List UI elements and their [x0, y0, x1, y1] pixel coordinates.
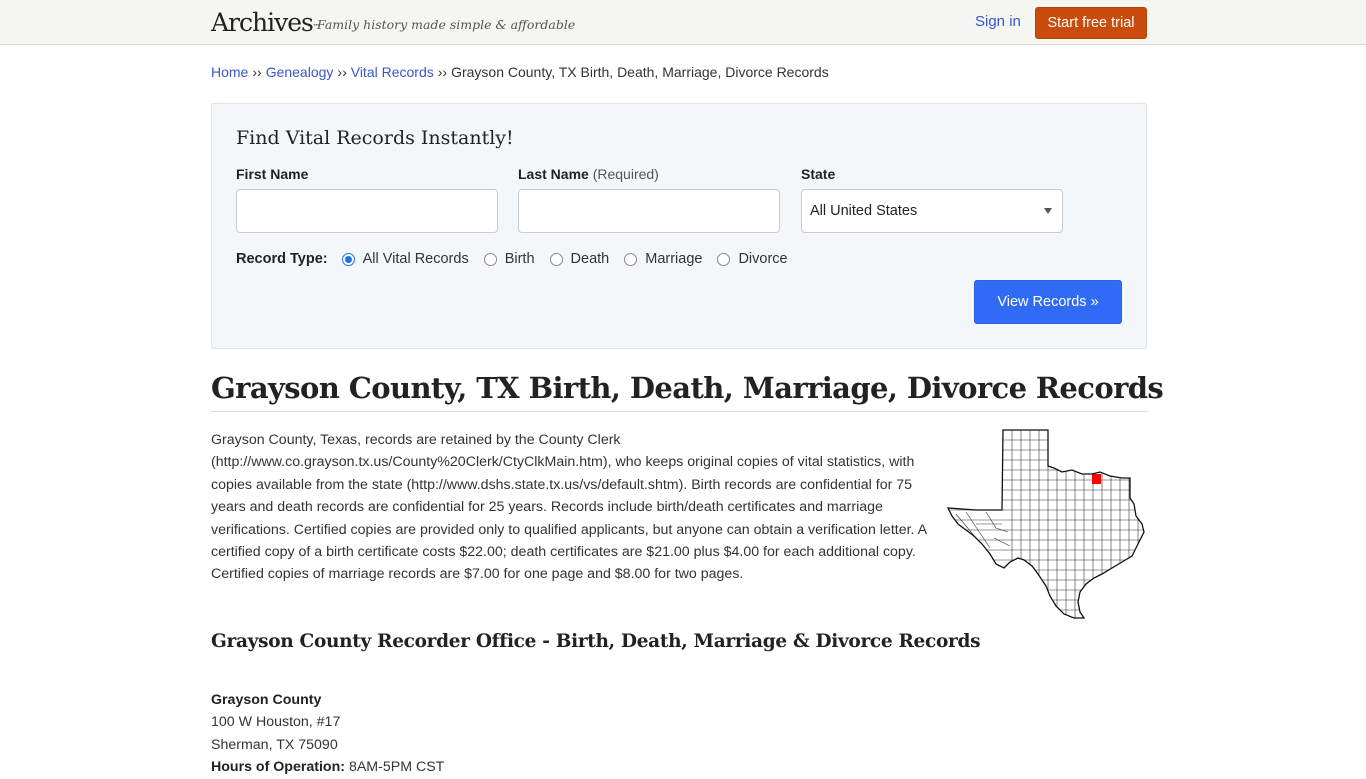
last-name-label-text: Last Name	[518, 166, 589, 182]
office-address-line1: 100 W Houston, #17	[211, 714, 341, 731]
state-label: State	[801, 166, 836, 182]
breadcrumb-vital-records[interactable]: Vital Records	[351, 64, 434, 80]
office-info: Grayson County 100 W Houston, #17 Sherma…	[211, 689, 444, 779]
office-address-line2: Sherman, TX 75090	[211, 736, 338, 753]
last-name-label: Last Name (Required)	[518, 166, 659, 183]
radio-label: Birth	[504, 251, 535, 267]
radio-button[interactable]	[624, 252, 638, 266]
top-header: Archives™ Family history made simple & a…	[0, 0, 1366, 45]
hours-value: 8AM-5PM CST	[348, 759, 445, 776]
last-name-input[interactable]	[518, 189, 780, 233]
tagline: Family history made simple & affordable	[317, 17, 576, 32]
state-select[interactable]: All United States	[801, 189, 1063, 233]
radio-button[interactable]	[717, 252, 731, 266]
breadcrumb-separator: ››	[337, 64, 347, 80]
breadcrumb: Home ›› Genealogy ›› Vital Records ›› Grayson …	[211, 64, 829, 81]
recorder-office-heading: Grayson County Recorder Office - Birth, …	[211, 631, 981, 652]
radio-marriage[interactable]: Marriage	[624, 251, 702, 267]
hours-label: Hours of Operation:	[211, 759, 345, 776]
radio-all-vital-records[interactable]: All Vital Records	[341, 251, 469, 267]
state-selected-value: All United States	[810, 203, 918, 219]
breadcrumb-home[interactable]: Home	[211, 64, 248, 80]
view-records-button[interactable]: View Records »	[974, 280, 1122, 324]
radio-death[interactable]: Death	[549, 251, 610, 267]
logo-text: Archives	[211, 8, 314, 37]
first-name-input[interactable]	[236, 189, 498, 233]
radio-label: Divorce	[738, 251, 788, 267]
radio-button[interactable]	[483, 252, 497, 266]
page-title: Grayson County, TX Birth, Death, Marriag…	[211, 369, 1164, 412]
radio-birth[interactable]: Birth	[483, 251, 535, 267]
county-grid	[948, 430, 1144, 618]
start-free-trial-button[interactable]: Start free trial	[1035, 7, 1147, 39]
record-type-group: Record Type: All Vital Records Birth Dea…	[236, 250, 803, 268]
search-form-card: Find Vital Records Instantly! First Name…	[211, 103, 1147, 349]
first-name-label: First Name	[236, 166, 309, 182]
radio-label: Marriage	[645, 251, 703, 267]
grayson-county-highlight	[1092, 474, 1101, 484]
radio-button[interactable]	[549, 252, 563, 266]
breadcrumb-genealogy[interactable]: Genealogy	[266, 64, 334, 80]
intro-paragraph: Grayson County, Texas, records are retai…	[211, 432, 927, 583]
texas-county-map	[946, 429, 1145, 619]
sign-in-link[interactable]: Sign in	[975, 13, 1021, 31]
breadcrumb-current: Grayson County, TX Birth, Death, Marriag…	[451, 64, 829, 80]
breadcrumb-separator: ››	[252, 64, 262, 80]
office-name: Grayson County	[211, 692, 322, 708]
record-type-label: Record Type:	[236, 251, 328, 267]
radio-button-checked[interactable]	[341, 252, 355, 266]
required-hint: (Required)	[592, 166, 659, 182]
radio-divorce[interactable]: Divorce	[717, 251, 788, 267]
breadcrumb-separator: ››	[437, 64, 448, 80]
archives-logo[interactable]: Archives™	[211, 8, 320, 38]
radio-label: Death	[570, 251, 610, 267]
radio-label: All Vital Records	[362, 251, 469, 267]
chevron-down-icon	[1044, 208, 1052, 214]
office-hours: Hours of Operation: 8AM-5PM CST	[211, 756, 444, 778]
search-form-title: Find Vital Records Instantly!	[236, 127, 514, 149]
